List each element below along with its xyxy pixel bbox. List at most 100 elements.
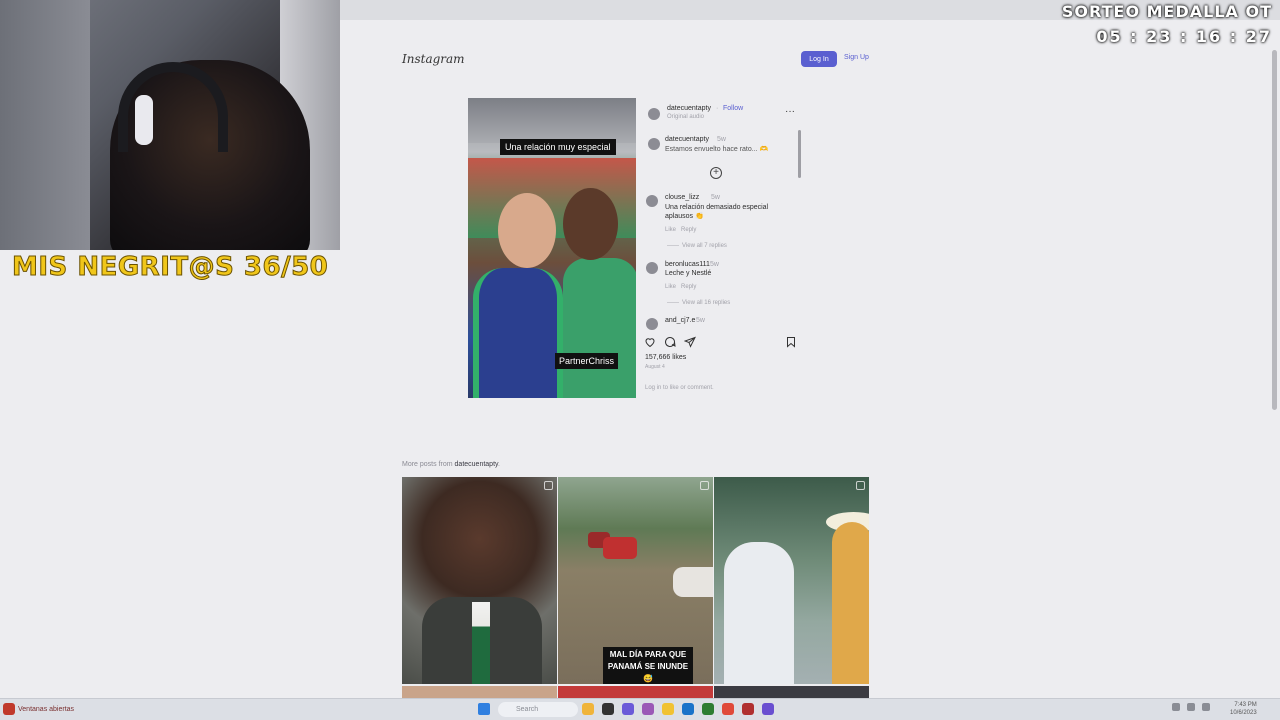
stream-counter-label: MIS NEGRIT@S 36/50 <box>11 252 329 283</box>
comment-avatar[interactable] <box>646 318 658 330</box>
more-posts-author[interactable]: datecuentapty <box>455 461 498 468</box>
tray-chevron-icon[interactable] <box>1172 703 1180 711</box>
view-replies-divider: —— <box>667 243 679 249</box>
store-icon[interactable] <box>702 703 714 715</box>
more-post-tile-6[interactable] <box>714 686 869 698</box>
task-view-icon[interactable] <box>602 703 614 715</box>
tile3-man <box>724 542 794 684</box>
files-icon[interactable] <box>582 703 594 715</box>
folder-icon[interactable] <box>662 703 674 715</box>
comment-avatar[interactable] <box>646 262 658 274</box>
more-post-tile-3[interactable] <box>714 477 869 684</box>
chat-icon[interactable] <box>642 703 654 715</box>
login-button[interactable]: Log In <box>801 51 837 67</box>
comment-reply-button[interactable]: Reply <box>681 284 696 290</box>
post-actions <box>644 336 696 350</box>
video-figure-left-body <box>473 268 563 398</box>
post-audio[interactable]: Original audio <box>667 114 704 120</box>
comment-user[interactable]: clouse_lizz <box>665 194 699 201</box>
chrome-icon[interactable] <box>722 703 734 715</box>
video-figure-left-face <box>498 193 556 268</box>
more-post-tile-4[interactable] <box>402 686 557 698</box>
view-replies-link[interactable]: View all 16 replies <box>682 300 730 306</box>
taskbar: Ventanas abiertas Search 7:43 PM 10/6/20… <box>0 698 1280 720</box>
tray-volume-icon[interactable] <box>1202 703 1210 711</box>
load-more-comments-icon[interactable]: + <box>710 167 722 179</box>
comment-avatar[interactable] <box>646 195 658 207</box>
more-posts-label: More posts from datecuentapty. <box>402 461 500 468</box>
video-caption-top: Una relación muy especial <box>500 139 616 155</box>
heart-icon[interactable] <box>644 336 656 348</box>
tile1-tie <box>472 602 490 684</box>
taskbar-pinned <box>582 703 774 715</box>
more-options-icon[interactable]: ··· <box>785 106 795 117</box>
comment-text: Leche y Nestlé <box>665 270 712 277</box>
comment-like-button[interactable]: Like <box>665 227 676 233</box>
share-icon[interactable] <box>684 336 696 348</box>
clock-time: 7:43 PM <box>1234 702 1257 708</box>
comments-scrollbar[interactable] <box>798 130 801 178</box>
likes-count[interactable]: 157,666 likes <box>645 354 686 361</box>
post-video[interactable]: Una relación muy especial PartnerChriss <box>468 98 636 398</box>
edge-icon[interactable] <box>682 703 694 715</box>
comment-reply-button[interactable]: Reply <box>681 227 696 233</box>
clock-date: 10/6/2023 <box>1230 710 1257 716</box>
bookmark-icon[interactable] <box>785 336 797 348</box>
post-date: August 4 <box>645 364 665 370</box>
reel-icon <box>856 481 865 490</box>
author-avatar[interactable] <box>648 108 660 120</box>
follow-link[interactable]: Follow <box>723 105 743 112</box>
app-icon <box>3 703 15 715</box>
tile2-car <box>603 537 637 559</box>
start-icon[interactable] <box>478 703 490 715</box>
more-post-tile-1[interactable] <box>402 477 557 684</box>
view-replies-link[interactable]: View all 7 replies <box>682 243 727 249</box>
webcam-wall <box>0 0 90 250</box>
login-to-comment-link[interactable]: Log in to like or comment. <box>645 385 714 391</box>
sorteo-overlay: SORTEO MEDALLA OT 05 : 23 : 16 : 27 <box>1062 2 1272 46</box>
app-purple-icon[interactable] <box>762 703 774 715</box>
sorteo-timer: 05 : 23 : 16 : 27 <box>1096 27 1272 46</box>
comment-like-button[interactable]: Like <box>665 284 676 290</box>
video-roof <box>468 98 636 143</box>
taskbar-app[interactable]: Ventanas abiertas <box>3 703 74 715</box>
more-posts-prefix: More posts from <box>402 461 453 468</box>
tile2-caption: MAL DÍA PARA QUE PANAMÁ SE INUNDE 😅 <box>603 647 693 684</box>
comment-user[interactable]: beronlucas111 <box>665 261 710 268</box>
sorteo-title: SORTEO MEDALLA OT <box>1061 2 1272 21</box>
webcam-overlay <box>0 0 340 250</box>
signup-link[interactable]: Sign Up <box>844 54 869 61</box>
caption-avatar[interactable] <box>648 138 660 150</box>
taskbar-app-label: Ventanas abiertas <box>18 705 75 713</box>
comment-text: Una relación demasiado especial aplausos… <box>665 204 769 220</box>
instagram-logo[interactable]: Instagram <box>402 52 465 66</box>
tile3-woman <box>832 522 869 684</box>
teams-icon[interactable] <box>622 703 634 715</box>
reel-icon <box>544 481 553 490</box>
page-scrollbar[interactable] <box>1272 50 1277 410</box>
more-post-tile-2[interactable]: MAL DÍA PARA QUE PANAMÁ SE INUNDE 😅 <box>558 477 713 684</box>
more-posts-punctuation: . <box>498 461 500 468</box>
tile2-mirror <box>673 567 713 597</box>
caption-author[interactable]: datecuentapty <box>665 136 709 143</box>
comment-time: 5w <box>696 317 705 324</box>
comment-time: 5w <box>710 261 719 268</box>
comment-user[interactable]: and_cj7.e <box>665 317 695 324</box>
post-author[interactable]: datecuentapty <box>667 105 711 112</box>
taskbar-clock[interactable]: 7:43 PM 10/6/2023 <box>1230 701 1257 717</box>
caption-time: 5w <box>717 136 726 143</box>
tray-wifi-icon[interactable] <box>1187 703 1195 711</box>
view-replies-divider: —— <box>667 300 679 306</box>
comment-time: 5w <box>711 194 720 201</box>
more-post-tile-5[interactable] <box>558 686 713 698</box>
author-separator: · <box>716 105 719 112</box>
system-tray <box>1172 703 1210 711</box>
video-caption-bottom: PartnerChriss <box>555 353 619 369</box>
cup-graphic <box>135 95 153 145</box>
comment-icon[interactable] <box>664 336 676 348</box>
video-figure-right-body <box>563 258 636 398</box>
app-red-icon[interactable] <box>742 703 754 715</box>
caption-text: Estamos envuelto hace rato... 🫶 <box>665 146 769 153</box>
taskbar-search[interactable]: Search <box>498 702 578 717</box>
video-figure-right-face <box>563 188 618 260</box>
